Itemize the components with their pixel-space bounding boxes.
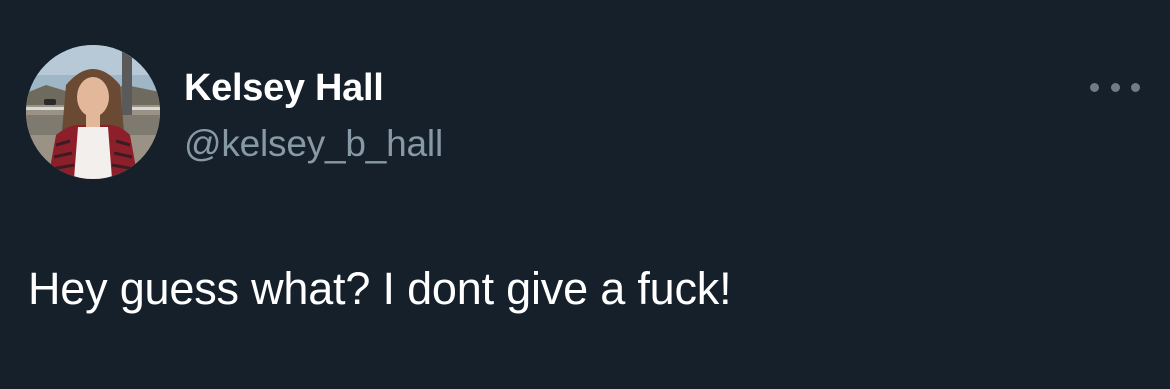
more-options-icon[interactable] <box>1090 74 1140 100</box>
more-dot <box>1090 82 1099 92</box>
tweet-text: Hey guess what? I dont give a fuck! <box>28 263 732 314</box>
tweet-card: Kelsey Hall @kelsey_b_hall Hey guess wha… <box>0 0 1170 389</box>
more-dot <box>1131 82 1140 92</box>
author-display-name[interactable]: Kelsey Hall <box>184 66 384 110</box>
more-dot <box>1110 82 1120 92</box>
author-handle[interactable]: @kelsey_b_hall <box>184 122 443 166</box>
profile-photo-icon <box>26 45 160 179</box>
avatar[interactable] <box>26 45 160 179</box>
